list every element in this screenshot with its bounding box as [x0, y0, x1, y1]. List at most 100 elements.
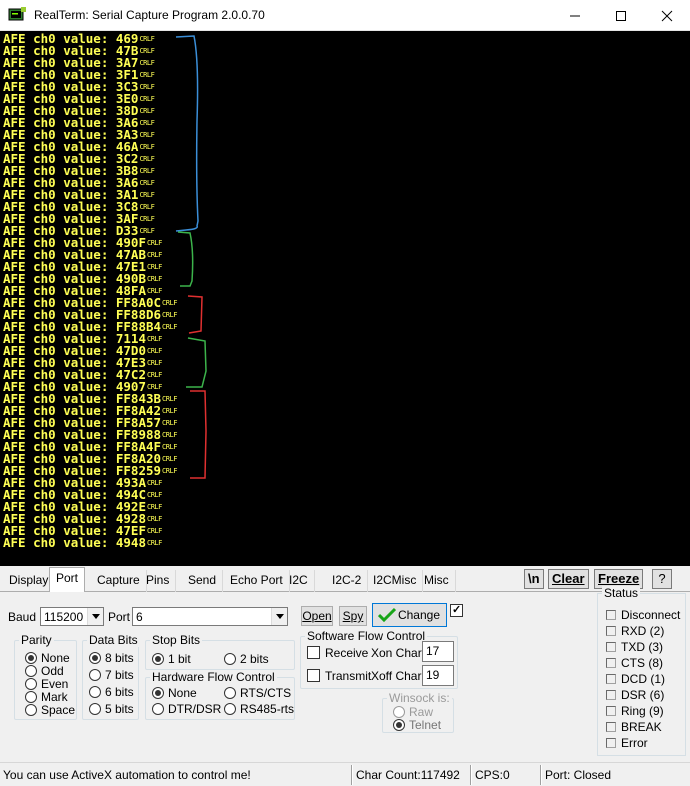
databits-group: Data Bits 8 bits 7 bits 6 bits 5 bits — [82, 633, 140, 720]
crlf-marker: CRLF — [139, 119, 155, 127]
change-button[interactable]: Change — [372, 603, 447, 627]
port-label: Port — [108, 610, 131, 624]
tab-display[interactable]: Display — [3, 570, 56, 592]
crlf-marker: CRLF — [147, 383, 162, 391]
tab-misc[interactable]: Misc — [418, 570, 456, 592]
tab-capture[interactable]: Capture — [91, 570, 147, 592]
baud-select[interactable]: 115200 — [40, 607, 104, 626]
databits-6-label: 6 bits — [105, 685, 134, 699]
swflow-title: Software Flow Control — [305, 629, 428, 643]
status-txd-label: TXD (3) — [621, 640, 663, 654]
stopbits-group: Stop Bits 1 bit 2 bits — [145, 633, 295, 670]
databits-5-radio[interactable] — [89, 703, 101, 715]
tab-i2c[interactable]: I2C — [283, 570, 315, 592]
char-count: Char Count:117492 — [356, 768, 460, 782]
tab-echo-port[interactable]: Echo Port — [224, 570, 290, 592]
xoff-input[interactable]: 19 — [422, 665, 454, 686]
status-led — [606, 626, 616, 636]
databits-7-radio[interactable] — [89, 669, 101, 681]
status-led — [606, 690, 616, 700]
crlf-marker: CRLF — [147, 539, 162, 547]
parity-space-radio[interactable] — [25, 704, 37, 716]
status-dcd-label: DCD (1) — [621, 672, 665, 686]
crlf-marker: CRLF — [147, 527, 162, 535]
status-led — [606, 738, 616, 748]
close-button[interactable] — [644, 0, 690, 31]
databits-8-radio[interactable] — [89, 652, 101, 664]
hwflow-rtscts-radio[interactable] — [224, 687, 236, 699]
hwflow-dtrdsr-radio[interactable] — [152, 703, 164, 715]
databits-title: Data Bits — [87, 633, 140, 647]
crlf-marker: CRLF — [147, 347, 162, 355]
tab-send[interactable]: Send — [182, 570, 224, 592]
crlf-marker: CRLF — [139, 83, 155, 91]
crlf-marker: CRLF — [162, 419, 177, 427]
crlf-marker: CRLF — [162, 395, 177, 403]
crlf-marker: CRLF — [147, 251, 162, 259]
port-settings-panel: Baud 115200 Port 6 Open Spy Change Parit… — [2, 592, 596, 760]
maximize-button[interactable] — [598, 0, 644, 31]
parity-even-radio[interactable] — [25, 678, 37, 690]
bracket-blue — [175, 35, 199, 232]
crlf-marker: CRLF — [162, 299, 177, 307]
crlf-marker: CRLF — [139, 155, 155, 163]
title-bar: RealTerm: Serial Capture Program 2.0.0.7… — [0, 0, 690, 31]
newline-button[interactable]: \n — [524, 569, 544, 589]
port-select[interactable]: 6 — [132, 607, 288, 626]
hwflow-none-radio[interactable] — [152, 687, 164, 699]
stopbits-2-label: 2 bits — [240, 652, 269, 666]
parity-mark-radio[interactable] — [25, 691, 37, 703]
tab-i2c-2[interactable]: I2C-2 — [326, 570, 369, 592]
status-break-label: BREAK — [621, 720, 662, 734]
parity-none-radio[interactable] — [25, 652, 37, 664]
crlf-marker: CRLF — [139, 167, 155, 175]
terminal-output[interactable]: AFE ch0 value: 469CRLF AFE ch0 value: 47B… — [0, 31, 690, 566]
xoff-label: Xoff Char: — [371, 669, 425, 683]
crlf-marker: CRLF — [147, 275, 162, 283]
crlf-marker: CRLF — [139, 71, 155, 79]
open-button[interactable]: Open — [301, 606, 333, 626]
hwflow-dtrdsr-label: DTR/DSR — [168, 702, 222, 716]
stopbits-2-radio[interactable] — [224, 653, 236, 665]
realterm-app-icon — [8, 7, 26, 21]
spy-button[interactable]: Spy — [339, 606, 367, 626]
crlf-marker: CRLF — [147, 371, 162, 379]
tab-i2cmisc[interactable]: I2CMisc — [367, 570, 424, 592]
winsock-title: Winsock is: — [387, 691, 452, 705]
baud-value: 115200 — [44, 610, 84, 624]
hwflow-rs485-radio[interactable] — [224, 703, 236, 715]
winsock-telnet-radio[interactable] — [393, 719, 405, 731]
databits-6-radio[interactable] — [89, 686, 101, 698]
swflow-receive-checkbox[interactable] — [307, 646, 320, 659]
change-checkbox[interactable] — [450, 603, 463, 617]
hwflow-group: Hardware Flow Control None RTS/CTS DTR/D… — [145, 670, 295, 720]
winsock-raw-label: Raw — [409, 705, 434, 719]
terminal-line: AFE ch0 value: 4948CRLF — [3, 535, 162, 550]
winsock-telnet-label: Telnet — [409, 718, 442, 732]
status-cts-label: CTS (8) — [621, 656, 663, 670]
status-led — [606, 642, 616, 652]
statusbar-message: You can use ActiveX automation to contro… — [3, 768, 251, 782]
tab-pins[interactable]: Pins — [140, 570, 177, 592]
change-label: Change — [397, 608, 440, 622]
parity-odd-radio[interactable] — [25, 665, 37, 677]
help-button[interactable]: ? — [652, 569, 672, 589]
parity-odd-label: Odd — [41, 664, 64, 678]
crlf-marker: CRLF — [147, 479, 162, 487]
minimize-icon — [570, 15, 580, 16]
xon-input[interactable]: 17 — [422, 641, 454, 662]
parity-none-label: None — [41, 651, 70, 665]
terminal-line-text: AFE ch0 value: 4948 — [3, 535, 146, 550]
clear-button[interactable]: Clear — [548, 569, 589, 589]
status-error-label: Error — [621, 736, 648, 750]
port-state: Port: Closed — [545, 768, 612, 782]
tab-port[interactable]: Port — [49, 567, 86, 593]
status-bar: You can use ActiveX automation to contro… — [0, 762, 690, 786]
swflow-receive-label: Receive — [325, 646, 369, 660]
winsock-raw-radio[interactable] — [393, 706, 405, 718]
stopbits-1-radio[interactable] — [152, 653, 164, 665]
status-led — [606, 610, 616, 620]
minimize-button[interactable] — [552, 0, 598, 31]
swflow-transmit-checkbox[interactable] — [307, 669, 320, 682]
hwflow-rtscts-label: RTS/CTS — [240, 686, 292, 700]
